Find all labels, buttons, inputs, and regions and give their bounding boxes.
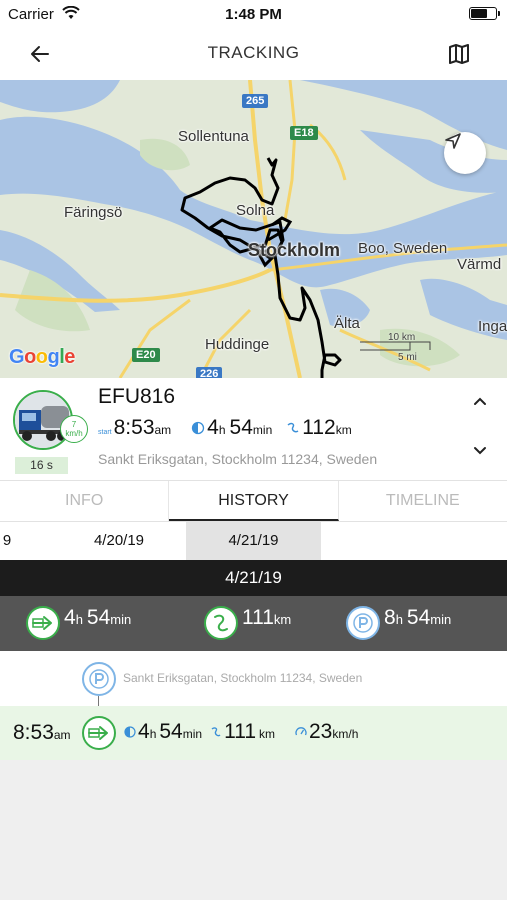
nav-bar: TRACKING (0, 28, 507, 80)
date-item-0420[interactable]: 4/20/19 (52, 522, 186, 560)
summary-drive-h-unit: h (75, 612, 83, 627)
drive-arrow-icon (26, 606, 60, 640)
vehicle-address: Sankt Eriksgatan, Stockholm 11234, Swede… (98, 451, 378, 467)
summary-distance: 111 km (204, 606, 291, 640)
tab-history[interactable]: HISTORY (169, 481, 339, 521)
day-header: 4/21/19 (0, 560, 507, 596)
vehicle-stats: start 8:53 am 4 h 54 min 112 km (98, 416, 352, 440)
chevron-up-icon[interactable] (473, 396, 487, 406)
duration-h-unit: h (218, 423, 226, 437)
distance-value: 112 (302, 416, 336, 439)
tab-timeline[interactable]: TIMELINE (339, 481, 507, 521)
last-update-badge: 16 s (15, 457, 68, 474)
summary-drive-h: 4 (64, 606, 76, 629)
trip-distance-unit: km (259, 727, 275, 741)
summary-park-m-unit: min (430, 612, 452, 627)
trip-duration-h-unit: h (149, 727, 157, 741)
tab-info[interactable]: INFO (0, 481, 170, 521)
trip-duration-h: 4 (138, 720, 150, 743)
locate-button[interactable] (444, 132, 486, 174)
date-selector: 9 4/20/19 4/21/19 (0, 522, 507, 560)
timeline-parking-row[interactable]: Sankt Eriksgatan, Stockholm 11234, Swede… (0, 651, 507, 706)
trip-start-time: 8:53 (13, 721, 54, 744)
map-label-sollentuna: Sollentuna (178, 128, 249, 145)
map-label-stockholm: Stockholm (248, 240, 341, 260)
tab-bar: INFO HISTORY TIMELINE (0, 480, 507, 522)
duration-icon (192, 421, 205, 435)
duration-minutes: 54 (229, 416, 253, 439)
map-view[interactable]: Sollentuna Färingsö Solna Stockholm Boo,… (0, 80, 507, 378)
scale-mi: 5 mi (398, 352, 417, 363)
distance-icon (211, 727, 221, 737)
trip-avg-speed: 23 (309, 720, 333, 743)
summary-park-m: 54 (406, 606, 431, 629)
route-distance-icon (204, 606, 238, 640)
summary-park-h-unit: h (395, 612, 403, 627)
date-item-0421-selected[interactable]: 4/21/19 (186, 522, 321, 560)
start-label: start (98, 429, 112, 436)
drive-arrow-icon (82, 716, 116, 750)
start-time: 8:53 (113, 416, 155, 439)
page-title: TRACKING (207, 43, 300, 62)
battery-icon (469, 7, 500, 20)
map-label-huddinge: Huddinge (205, 336, 270, 353)
trip-duration-m: 54 (159, 720, 183, 743)
clock: 1:48 PM (225, 6, 282, 23)
day-summary: 4 h 54 min 111 km 8 h 54 min (0, 596, 507, 651)
summary-drive-time: 4 h 54 min (26, 606, 131, 640)
summary-drive-m: 54 (86, 606, 111, 629)
distance-unit: km (335, 423, 352, 437)
speedometer-icon (295, 727, 307, 736)
map-label-faringso: Färingsö (64, 204, 123, 221)
trip-avg-speed-unit: km/h (332, 727, 359, 741)
parking-icon (346, 606, 380, 640)
speed-badge: 7 km/h (60, 415, 88, 443)
map-label-varmdo: Värmd (457, 256, 502, 273)
map-label-boo: Boo, Sweden (358, 240, 448, 257)
road-shield-265: 265 (242, 94, 269, 108)
summary-distance-unit: km (273, 612, 292, 627)
vehicle-plate: EFU816 (98, 385, 176, 408)
speed-unit: km/h (65, 429, 83, 438)
road-shield-e20: E20 (132, 348, 160, 362)
duration-icon (124, 726, 136, 738)
trip-start-ampm: am (53, 728, 71, 742)
trip-start: 8:53am (13, 721, 71, 745)
trip-distance: 111 (224, 720, 256, 743)
map-icon[interactable] (447, 42, 471, 66)
summary-park-h: 8 (384, 606, 396, 629)
navigation-arrow-icon (445, 133, 461, 149)
summary-drive-m-unit: min (110, 612, 132, 627)
scale-km: 10 km (388, 332, 416, 343)
date-item-prev[interactable]: 9 (0, 522, 14, 560)
status-bar: Carrier 1:48 PM (0, 0, 507, 28)
duration-hours: 4 (207, 416, 219, 439)
speed-value: 7 (71, 420, 77, 429)
map-canvas (0, 80, 507, 378)
map-label-solna: Solna (236, 202, 275, 219)
vehicle-card[interactable]: 7 km/h 16 s EFU816 start 8:53 am 4 h 54 … (0, 378, 507, 480)
map-label-inga: Inga (478, 318, 507, 335)
distance-icon (287, 422, 299, 433)
road-shield-226: 226 (196, 367, 223, 378)
duration-m-unit: min (252, 423, 273, 437)
parking-address: Sankt Eriksgatan, Stockholm 11234, Swede… (123, 671, 363, 685)
chevron-down-icon[interactable] (473, 446, 487, 456)
google-logo: Google (9, 346, 75, 368)
map-label-alta: Älta (334, 315, 360, 332)
parking-icon (82, 662, 116, 696)
summary-distance-value: 111 (242, 606, 274, 629)
trip-stats: 4 h 54 min 111 km 23 km/h (124, 720, 358, 744)
timeline-trip-row[interactable]: 8:53am 4 h 54 min 111 km 23 km/h (0, 706, 507, 760)
summary-parking-time: 8 h 54 min (346, 606, 451, 640)
start-ampm: am (154, 423, 172, 437)
road-shield-e18: E18 (290, 126, 318, 140)
trip-duration-m-unit: min (182, 727, 203, 741)
